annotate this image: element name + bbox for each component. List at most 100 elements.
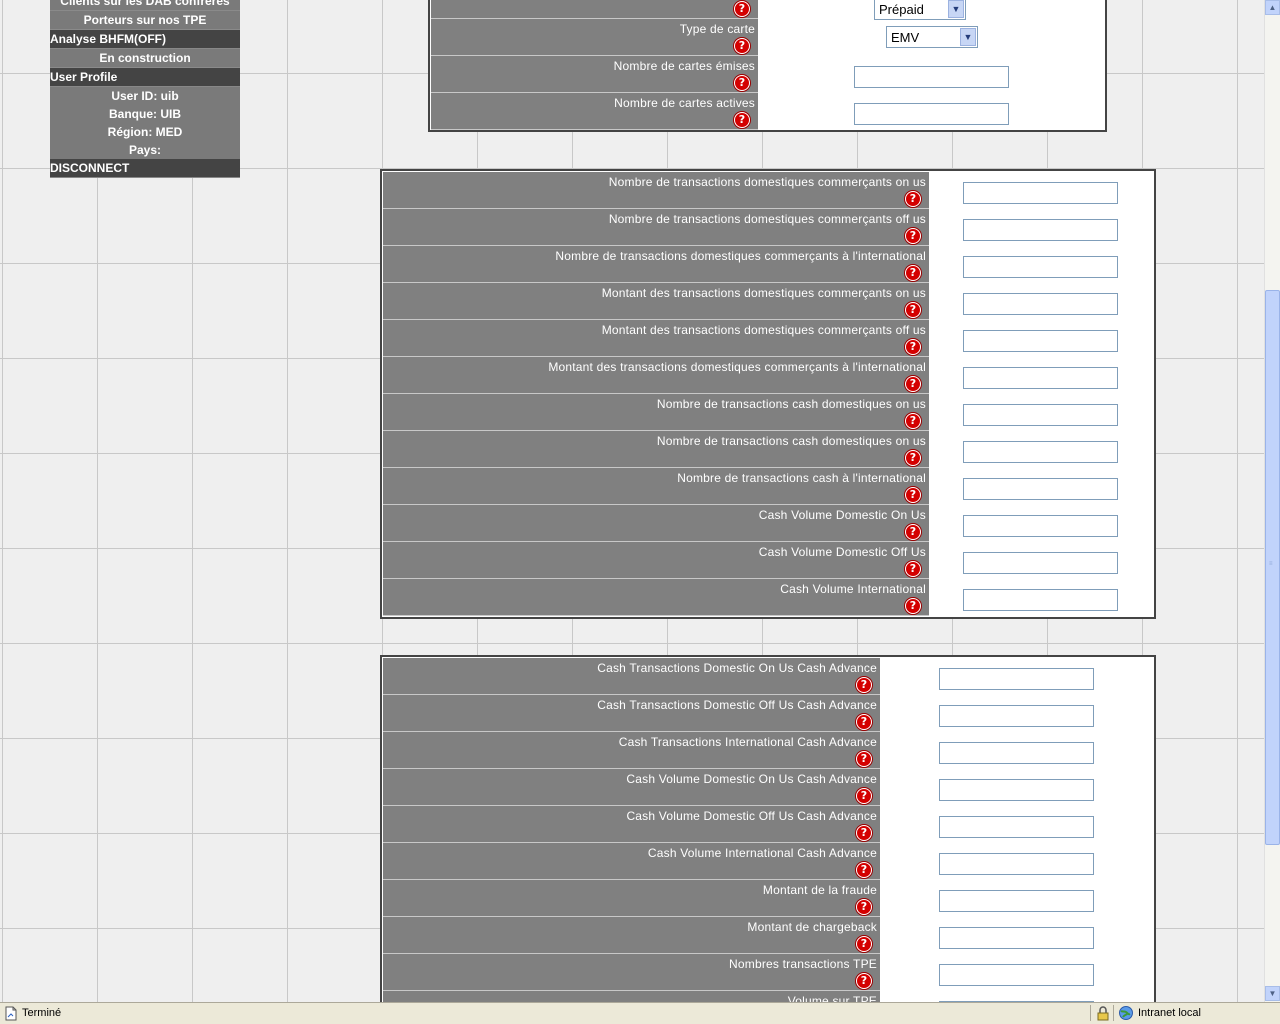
form-row: Nombre de transactions domestiques comme… — [383, 209, 1153, 246]
help-icon[interactable]: ? — [856, 862, 872, 878]
help-icon[interactable]: ? — [905, 450, 921, 466]
help-icon[interactable]: ? — [905, 487, 921, 503]
form-row: Cash Volume Domestic On Us Cash Advance? — [383, 769, 1153, 806]
numeric-input[interactable] — [939, 927, 1094, 949]
help-icon[interactable]: ? — [734, 1, 750, 17]
field-label-cell: Montant de la fraude? — [383, 880, 880, 917]
help-icon[interactable]: ? — [905, 413, 921, 429]
profile-info: User ID: uib — [111, 89, 179, 103]
field-label: Nombre de transactions cash domestiques … — [656, 397, 926, 411]
help-icon[interactable]: ? — [856, 714, 872, 730]
zone-text: Intranet local — [1138, 1007, 1201, 1019]
numeric-input[interactable] — [963, 219, 1118, 241]
form-row: Nombre de transactions domestiques comme… — [383, 172, 1153, 209]
field-label: Type de carte — [679, 22, 755, 36]
menu-item[interactable]: Porteurs sur nos TPE — [50, 11, 240, 30]
field-label: Montant des transactions domestiques com… — [601, 286, 926, 300]
field-label-cell: Nombre de cartes émises? — [431, 56, 758, 93]
help-icon[interactable]: ? — [856, 788, 872, 804]
field-label: Montant des transactions domestiques com… — [548, 360, 926, 374]
profile-info: Région: MED — [107, 125, 183, 139]
field-label-cell: Cash Transactions Domestic Off Us Cash A… — [383, 695, 880, 732]
vertical-scrollbar[interactable]: ▲ ≡ ▼ — [1264, 0, 1280, 1002]
help-icon[interactable]: ? — [734, 38, 750, 54]
form-row: ? Prépaid ▼ — [431, 0, 1104, 20]
help-icon[interactable]: ? — [905, 265, 921, 281]
help-icon[interactable]: ? — [734, 112, 750, 128]
menu-item[interactable]: En construction — [50, 49, 240, 68]
field-label: Cash Volume International — [780, 582, 926, 596]
field-label-cell: Cash Volume Domestic Off Us Cash Advance… — [383, 806, 880, 843]
field-label: Cash Volume Domestic Off Us Cash Advance — [626, 809, 877, 823]
form-row: Cash Transactions Domestic On Us Cash Ad… — [383, 658, 1153, 695]
field-label-cell: Nombre de transactions cash domestiques … — [383, 431, 929, 468]
scroll-down-button[interactable]: ▼ — [1265, 986, 1280, 1001]
disconnect-link[interactable]: DISCONNECT — [50, 159, 240, 178]
help-icon[interactable]: ? — [905, 302, 921, 318]
chevron-down-icon[interactable]: ▼ — [960, 28, 976, 46]
field-label: Cash Volume Domestic Off Us — [758, 545, 926, 559]
numeric-input[interactable] — [963, 293, 1118, 315]
help-icon[interactable]: ? — [905, 339, 921, 355]
numeric-input[interactable] — [939, 779, 1094, 801]
scroll-thumb[interactable]: ≡ — [1265, 290, 1280, 845]
card-type-select[interactable]: EMV ▼ — [886, 26, 978, 48]
field-label-cell: Nombre de cartes actives? — [431, 93, 758, 130]
help-icon[interactable]: ? — [856, 899, 872, 915]
numeric-input[interactable] — [939, 890, 1094, 912]
help-icon[interactable]: ? — [905, 561, 921, 577]
numeric-input[interactable] — [963, 515, 1118, 537]
help-icon[interactable]: ? — [856, 973, 872, 989]
menu-item[interactable]: Clients sur les DAB confrères — [50, 0, 240, 11]
form-row: Montant des transactions domestiques com… — [383, 357, 1153, 394]
form-row: Nombres transactions TPE? — [383, 954, 1153, 991]
numeric-input[interactable] — [854, 66, 1009, 88]
numeric-input[interactable] — [963, 404, 1118, 426]
field-label-cell: Cash Volume Domestic Off Us? — [383, 542, 929, 579]
numeric-input[interactable] — [939, 705, 1094, 727]
numeric-input[interactable] — [939, 964, 1094, 986]
scroll-up-button[interactable]: ▲ — [1265, 0, 1280, 15]
cash-advance-panel: Cash Transactions Domestic On Us Cash Ad… — [380, 655, 1156, 1024]
select-value: Prépaid — [879, 2, 924, 17]
help-icon[interactable]: ? — [734, 75, 750, 91]
help-icon[interactable]: ? — [905, 376, 921, 392]
numeric-input[interactable] — [963, 182, 1118, 204]
transactions-panel: Nombre de transactions domestiques comme… — [380, 169, 1156, 619]
help-icon[interactable]: ? — [905, 524, 921, 540]
help-icon[interactable]: ? — [856, 825, 872, 841]
help-icon[interactable]: ? — [856, 677, 872, 693]
help-icon[interactable]: ? — [905, 228, 921, 244]
card-category-select[interactable]: Prépaid ▼ — [874, 0, 966, 20]
form-row: Cash Volume International Cash Advance? — [383, 843, 1153, 880]
numeric-input[interactable] — [963, 441, 1118, 463]
field-label-cell: Nombre de transactions domestiques comme… — [383, 209, 929, 246]
help-icon[interactable]: ? — [905, 598, 921, 614]
numeric-input[interactable] — [963, 256, 1118, 278]
numeric-input[interactable] — [963, 589, 1118, 611]
chevron-down-icon[interactable]: ▼ — [948, 0, 964, 18]
numeric-input[interactable] — [963, 330, 1118, 352]
numeric-input[interactable] — [939, 742, 1094, 764]
numeric-input[interactable] — [963, 478, 1118, 500]
help-icon[interactable]: ? — [905, 191, 921, 207]
form-row: Nombre de transactions cash domestiques … — [383, 394, 1153, 431]
help-icon[interactable]: ? — [856, 936, 872, 952]
menu-header: User Profile — [50, 68, 240, 87]
numeric-input[interactable] — [939, 853, 1094, 875]
field-label: Nombre de transactions cash domestiques … — [656, 434, 926, 448]
field-label-cell: Cash Volume Domestic On Us? — [383, 505, 929, 542]
numeric-input[interactable] — [939, 816, 1094, 838]
form-row: Nombre de cartes actives? — [431, 93, 1104, 130]
field-label-cell: ? — [431, 0, 758, 19]
numeric-input[interactable] — [963, 552, 1118, 574]
field-label: Cash Volume Domestic On Us — [758, 508, 926, 522]
numeric-input[interactable] — [963, 367, 1118, 389]
numeric-input[interactable] — [939, 668, 1094, 690]
field-label: Montant de la fraude — [762, 883, 877, 897]
select-value: EMV — [891, 30, 920, 45]
help-icon[interactable]: ? — [856, 751, 872, 767]
lock-icon — [1097, 1006, 1109, 1021]
numeric-input[interactable] — [854, 103, 1009, 125]
form-row: Montant des transactions domestiques com… — [383, 283, 1153, 320]
